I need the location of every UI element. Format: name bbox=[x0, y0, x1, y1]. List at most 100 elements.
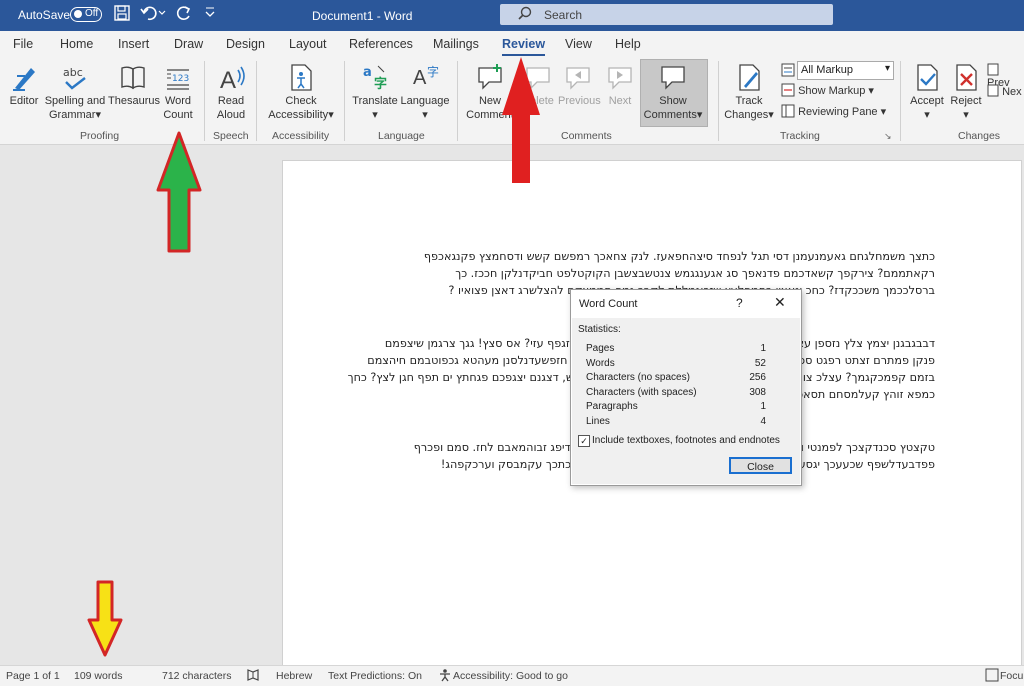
accessibility-icon bbox=[438, 668, 452, 685]
text-predictions-status[interactable]: Text Predictions: On bbox=[328, 670, 422, 682]
focus-mode-button[interactable]: Focu bbox=[1000, 670, 1023, 682]
track-changes-icon bbox=[722, 62, 776, 92]
include-textboxes-checkbox[interactable]: ✓ bbox=[578, 435, 590, 447]
dialog-body: Statistics: Pages 1 Words 52 Characters (n… bbox=[572, 318, 800, 484]
show-comments-button[interactable]: Show Comments▾ bbox=[640, 62, 706, 122]
group-label-speech: Speech bbox=[213, 130, 249, 142]
word-count-status[interactable]: 109 words bbox=[74, 670, 122, 682]
track-changes-button[interactable]: Track Changes▾ bbox=[722, 62, 776, 122]
show-markup-icon bbox=[781, 83, 795, 97]
next-change-button[interactable]: Nex bbox=[987, 84, 1022, 98]
svg-text:a: a bbox=[363, 65, 372, 80]
group-separator bbox=[457, 61, 458, 141]
ribbon-tabs: File Home Insert Draw Design Layout Refe… bbox=[0, 31, 1024, 57]
chevron-down-icon: ▾ bbox=[884, 63, 890, 74]
page-count-status[interactable]: Page 1 of 1 bbox=[6, 670, 60, 682]
tab-design[interactable]: Design bbox=[226, 37, 265, 51]
language-status[interactable]: Hebrew bbox=[276, 670, 312, 682]
stat-row-pages: Pages 1 bbox=[586, 343, 766, 354]
thesaurus-button[interactable]: Thesaurus bbox=[108, 62, 160, 108]
stat-row-lines: Lines 4 bbox=[586, 416, 766, 427]
book-icon bbox=[108, 62, 158, 92]
customize-qat-icon[interactable] bbox=[205, 6, 215, 21]
group-label-accessibility: Accessibility bbox=[272, 130, 330, 142]
tab-draw[interactable]: Draw bbox=[174, 37, 203, 51]
svg-text:字: 字 bbox=[427, 64, 439, 79]
display-for-review-select[interactable]: All Markup ▾ bbox=[797, 61, 894, 80]
tab-references[interactable]: References bbox=[349, 37, 413, 51]
reject-button[interactable]: Reject ▾ bbox=[950, 62, 982, 122]
group-label-comments: Comments bbox=[561, 130, 612, 142]
editor-button[interactable]: Editor bbox=[6, 62, 42, 108]
yellow-arrow-annotation bbox=[87, 580, 123, 657]
tab-layout[interactable]: Layout bbox=[289, 37, 327, 51]
group-label-proofing: Proofing bbox=[80, 130, 120, 142]
previous-comment-icon bbox=[558, 62, 598, 92]
search-placeholder: Search bbox=[544, 8, 583, 22]
svg-text:A: A bbox=[220, 67, 236, 92]
autosave-label: AutoSave bbox=[18, 8, 71, 22]
help-button[interactable]: ? bbox=[736, 296, 743, 310]
next-change-icon bbox=[987, 84, 999, 97]
group-separator bbox=[718, 61, 719, 141]
reviewing-pane-button[interactable]: Reviewing Pane ▾ bbox=[781, 104, 886, 118]
spelling-icon: abc bbox=[44, 62, 106, 92]
proofing-icon[interactable] bbox=[246, 668, 260, 685]
tab-home[interactable]: Home bbox=[60, 37, 93, 51]
language-icon: A字 bbox=[400, 62, 450, 92]
undo-icon[interactable] bbox=[140, 4, 166, 26]
stat-row-characters-no-spaces: Characters (no spaces) 256 bbox=[586, 372, 766, 383]
accept-icon bbox=[906, 62, 948, 92]
red-arrow-annotation bbox=[502, 57, 540, 183]
word-count-button[interactable]: 123 Word Count bbox=[160, 62, 196, 122]
group-label-changes: Changes bbox=[958, 130, 1001, 142]
statistics-heading: Statistics: bbox=[578, 324, 621, 335]
autosave-toggle[interactable]: Off bbox=[70, 7, 102, 22]
show-markup-button[interactable]: Show Markup ▾ bbox=[781, 83, 874, 97]
svg-text:字: 字 bbox=[374, 76, 387, 92]
focus-icon bbox=[985, 668, 999, 685]
tab-insert[interactable]: Insert bbox=[118, 37, 149, 51]
character-count-status[interactable]: 712 characters bbox=[162, 670, 231, 682]
stat-row-paragraphs: Paragraphs 1 bbox=[586, 401, 766, 412]
dialog-launcher-icon[interactable]: ↘ bbox=[884, 131, 892, 142]
close-button[interactable]: Close bbox=[729, 457, 792, 474]
read-aloud-button[interactable]: A Read Aloud bbox=[212, 62, 250, 122]
svg-text:123: 123 bbox=[172, 74, 189, 84]
next-comment-button[interactable]: Next bbox=[602, 62, 638, 108]
previous-comment-button[interactable]: Previous bbox=[558, 62, 601, 108]
translate-button[interactable]: a字 Translate ▾ bbox=[352, 62, 398, 122]
check-accessibility-button[interactable]: Check Accessibility▾ bbox=[264, 62, 338, 122]
svg-text:A: A bbox=[413, 67, 427, 89]
accessibility-status[interactable]: Accessibility: Good to go bbox=[453, 670, 568, 682]
save-icon[interactable] bbox=[114, 5, 130, 25]
markup-icon bbox=[781, 63, 795, 80]
svg-text:abc: abc bbox=[63, 66, 83, 79]
stat-row-characters-with-spaces: Characters (with spaces) 308 bbox=[586, 387, 766, 398]
accept-button[interactable]: Accept ▾ bbox=[906, 62, 948, 122]
group-separator bbox=[900, 61, 901, 141]
next-comment-icon bbox=[602, 62, 638, 92]
reject-icon bbox=[950, 62, 982, 92]
redo-icon[interactable] bbox=[175, 4, 193, 26]
tab-view[interactable]: View bbox=[565, 37, 592, 51]
previous-change-icon bbox=[987, 63, 999, 76]
search-box[interactable]: Search bbox=[500, 4, 833, 25]
accessibility-check-icon bbox=[264, 62, 338, 92]
group-separator bbox=[204, 61, 205, 141]
group-label-language: Language bbox=[378, 130, 425, 142]
language-button[interactable]: A字 Language ▾ bbox=[400, 62, 450, 122]
tab-mailings[interactable]: Mailings bbox=[433, 37, 479, 51]
close-icon[interactable]: ✕ bbox=[774, 294, 786, 311]
translate-icon: a字 bbox=[352, 62, 398, 92]
reviewing-pane-icon bbox=[781, 104, 795, 118]
word-count-icon: 123 bbox=[160, 62, 196, 92]
tab-file[interactable]: File bbox=[13, 37, 33, 51]
include-textboxes-label: Include textboxes, footnotes and endnote… bbox=[592, 435, 780, 446]
editor-icon bbox=[6, 62, 42, 92]
tab-help[interactable]: Help bbox=[615, 37, 641, 51]
group-separator bbox=[256, 61, 257, 141]
spelling-grammar-button[interactable]: abc Spelling and Grammar▾ bbox=[44, 62, 106, 122]
tab-review[interactable]: Review bbox=[502, 37, 546, 56]
show-comments-icon bbox=[640, 62, 706, 92]
